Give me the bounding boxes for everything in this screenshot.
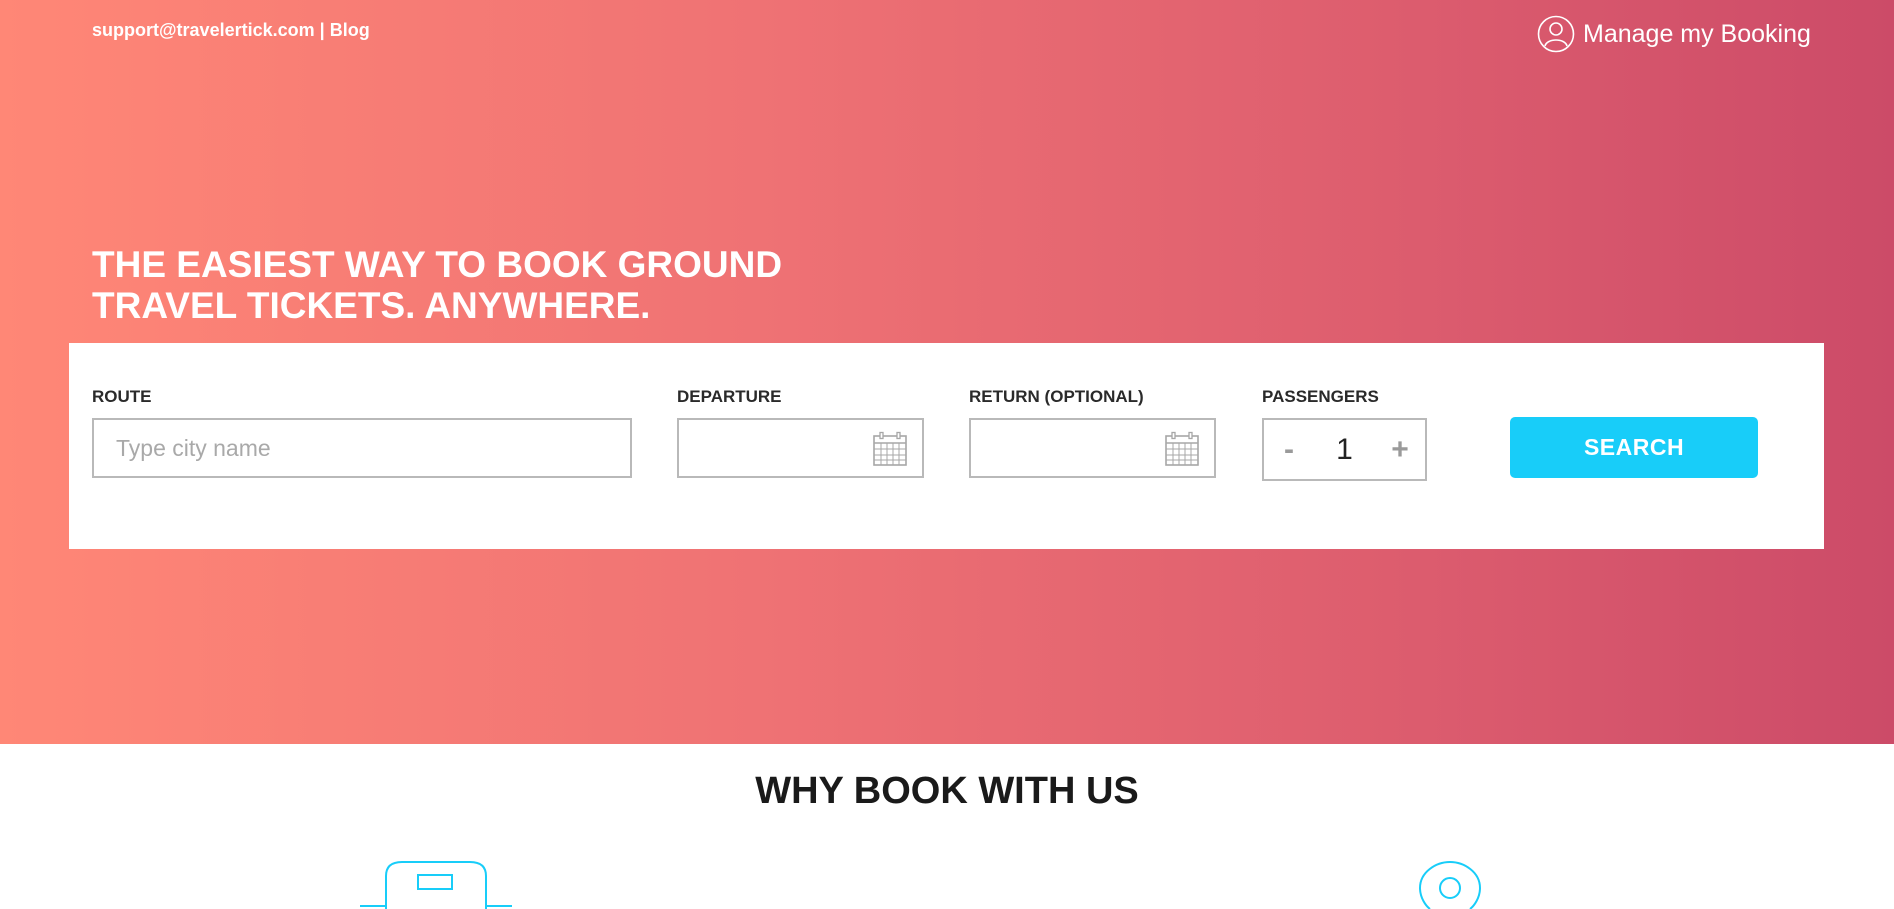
passengers-count: 1 — [1336, 432, 1353, 466]
separator: | — [319, 20, 325, 40]
user-circle-icon — [1537, 15, 1575, 53]
luggage-icon — [360, 861, 512, 909]
passengers-decrement-button[interactable]: - — [1264, 420, 1314, 479]
passengers-increment-button[interactable]: + — [1375, 420, 1425, 479]
search-panel: ROUTE DEPARTURE RETURN (OPTIONAL) — [69, 343, 1824, 549]
route-input[interactable] — [94, 420, 630, 476]
hero-banner: support@travelertick.com | Blog Manage m… — [0, 0, 1894, 744]
headline-line-2: TRAVEL TICKETS. ANYWHERE. — [92, 285, 651, 326]
calendar-icon[interactable] — [1164, 431, 1200, 467]
headline-line-1: THE EASIEST WAY TO BOOK GROUND — [92, 244, 783, 285]
calendar-icon[interactable] — [872, 431, 908, 467]
hero-headline: THE EASIEST WAY TO BOOK GROUND TRAVEL TI… — [92, 244, 852, 326]
manage-booking-link[interactable]: Manage my Booking — [1537, 14, 1811, 54]
route-field — [92, 418, 632, 478]
manage-booking-label: Manage my Booking — [1583, 19, 1811, 48]
why-book-heading: WHY BOOK WITH US — [755, 770, 1139, 812]
route-label: ROUTE — [92, 387, 152, 406]
return-date-field[interactable] — [969, 418, 1216, 478]
departure-date-field[interactable] — [677, 418, 924, 478]
return-label: RETURN (OPTIONAL) — [969, 387, 1144, 406]
passengers-stepper: - 1 + — [1262, 418, 1427, 481]
search-button[interactable]: SEARCH — [1510, 417, 1758, 478]
location-pin-icon — [1418, 861, 1482, 909]
passengers-label: PASSENGERS — [1262, 387, 1379, 406]
blog-link[interactable]: Blog — [330, 20, 370, 40]
support-email-link[interactable]: support@travelertick.com — [92, 20, 315, 40]
departure-label: DEPARTURE — [677, 387, 782, 406]
top-contact-bar: support@travelertick.com | Blog — [92, 20, 370, 41]
